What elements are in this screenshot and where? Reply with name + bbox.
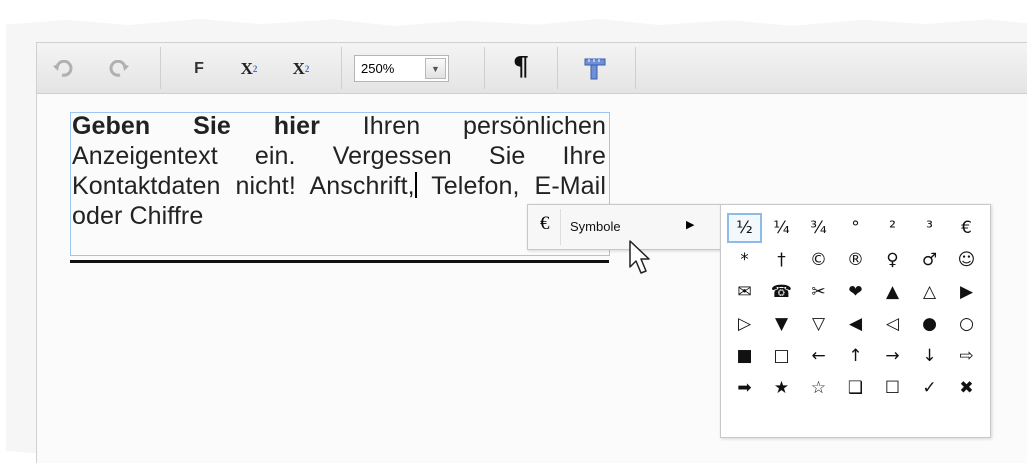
ad-text[interactable]: Geben Sie hier Ihren persönlichen Anzeig… [72,111,606,231]
symbol-cell[interactable]: ³ [911,212,948,244]
symbol-cell[interactable]: ¾ [800,212,837,244]
ad-text-bold: Geben Sie hier [72,112,320,140]
mouse-pointer-icon [629,240,650,274]
toolbar-separator [557,47,558,89]
toolbar: F X2 X2 250% ▼ ¶ [37,43,1027,94]
symbol-cell[interactable]: ← [800,340,837,372]
symbol-cell[interactable]: ❤ [837,276,874,308]
symbol-cell[interactable]: → [874,340,911,372]
menu-item-symbole[interactable]: Symbole [570,219,621,234]
subscript-button[interactable]: X2 [287,55,315,83]
paragraph-marks-button[interactable]: ¶ [507,52,535,82]
symbol-cell[interactable]: ½ [727,213,762,243]
symbol-cell[interactable]: □ [763,340,800,372]
symbol-cell[interactable]: © [800,244,837,276]
symbol-cell[interactable]: ▽ [800,308,837,340]
symbol-grid: ½ ¼ ¾ ° ² ³ € * † © ® ♀ ♂ ☺ ✉ ☎ ✂ ❤ ▲ △ ▶ ▷ ▼ ▽ ◀ ◁ ● ○ ■ □ ← ↑ → ↓ ⇨ ➡ ★ ☆ ❑ ☐… [726,212,985,404]
symbol-cell[interactable]: ° [837,212,874,244]
symbol-cell[interactable]: ○ [948,308,985,340]
symbol-cell[interactable]: ✂ [800,276,837,308]
subscript-mark: 2 [304,64,310,74]
subscript-base: X [292,59,305,78]
symbol-cell[interactable]: ➡ [726,372,763,404]
symbol-cell[interactable]: ® [837,244,874,276]
superscript-button[interactable]: X2 [235,55,263,83]
symbol-cell[interactable]: △ [911,276,948,308]
symbol-cell[interactable]: ▼ [763,308,800,340]
symbol-cell[interactable]: ▶ [948,276,985,308]
ruler-icon[interactable] [581,55,609,83]
euro-icon: € [540,213,550,234]
toolbar-separator [341,47,342,89]
symbol-cell[interactable]: ✓ [911,372,948,404]
symbol-cell[interactable]: ❑ [837,372,874,404]
chevron-down-icon[interactable]: ▼ [425,58,446,79]
symbol-cell[interactable]: † [763,244,800,276]
symbol-cell[interactable]: ☺ [948,244,985,276]
symbol-cell[interactable]: * [726,244,763,276]
undo-icon[interactable] [49,55,77,83]
symbol-cell[interactable]: ↓ [911,340,948,372]
symbol-cell[interactable]: ☆ [800,372,837,404]
symbol-cell[interactable]: ♀ [874,244,911,276]
zoom-select[interactable]: 250% ▼ [354,55,449,82]
symbol-cell[interactable]: ☎ [763,276,800,308]
symbol-cell[interactable]: ▷ [726,308,763,340]
symbol-cell[interactable]: ★ [763,372,800,404]
symbol-cell[interactable]: € [948,212,985,244]
symbol-cell[interactable]: ◁ [874,308,911,340]
toolbar-separator [484,47,485,89]
symbol-cell[interactable]: ⇨ [948,340,985,372]
symbol-cell[interactable]: ✖ [948,372,985,404]
symbol-cell[interactable]: ▲ [874,276,911,308]
symbol-picker: ½ ¼ ¾ ° ² ³ € * † © ® ♀ ♂ ☺ ✉ ☎ ✂ ❤ ▲ △ ▶ ▷ ▼ ▽ ◀ ◁ ● ○ ■ □ ← ↑ → ↓ ⇨ ➡ ★ ☆ ❑ ☐… [720,204,991,438]
superscript-base: X [240,59,253,78]
caret-right-icon: ▶ [686,218,695,231]
toolbar-separator [160,47,161,89]
superscript-mark: 2 [252,64,258,74]
symbol-cell[interactable]: ² [874,212,911,244]
text-box-underline [70,260,609,263]
symbol-cell[interactable]: ¼ [763,212,800,244]
symbol-cell[interactable]: ☐ [874,372,911,404]
symbol-cell[interactable]: ✉ [726,276,763,308]
symbol-cell[interactable]: ↑ [837,340,874,372]
zoom-value: 250% [361,61,395,76]
bold-button[interactable]: F [185,55,213,83]
symbol-cell[interactable]: ♂ [911,244,948,276]
redo-icon[interactable] [105,55,133,83]
context-menu: € Symbole ▶ [527,204,721,250]
symbol-cell[interactable]: ■ [726,340,763,372]
menu-icon-separator [560,209,561,245]
toolbar-separator [635,47,636,89]
symbol-cell[interactable]: ● [911,308,948,340]
symbol-cell[interactable]: ◀ [837,308,874,340]
